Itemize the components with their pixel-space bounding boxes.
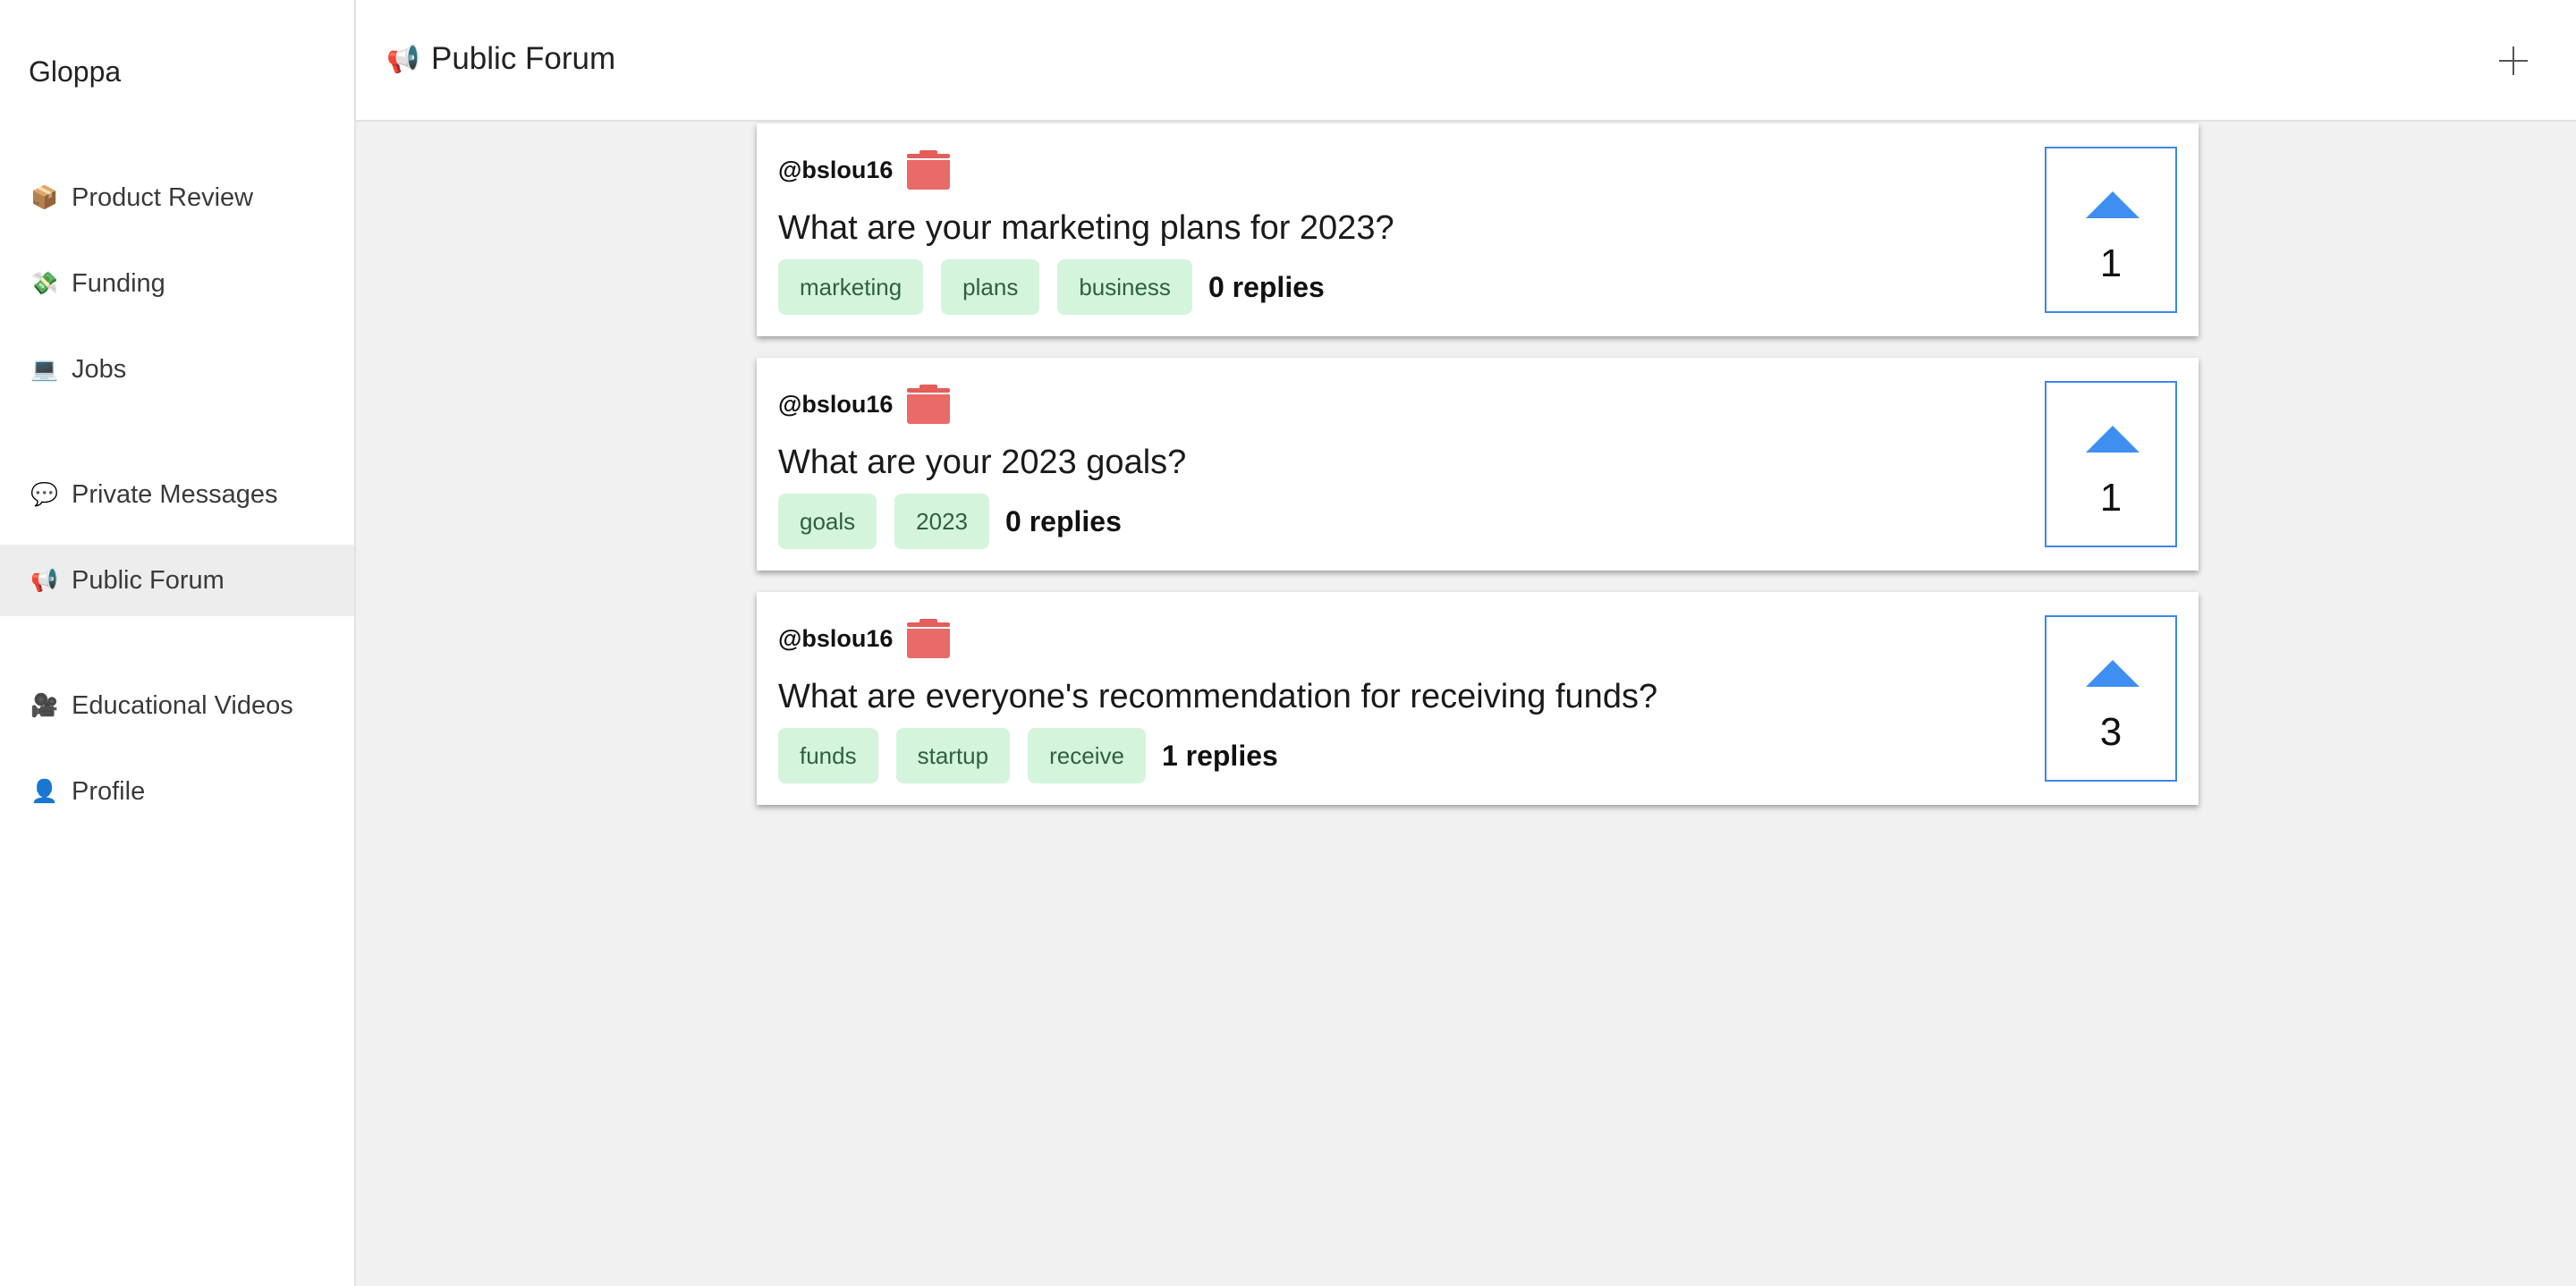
trash-body xyxy=(907,394,951,424)
sidebar-item-label: Product Review xyxy=(72,182,254,212)
sidebar-item-label: Public Forum xyxy=(72,565,225,595)
tag[interactable]: business xyxy=(1057,259,1192,315)
upvote-arrow-icon xyxy=(2086,191,2140,218)
app: Gloppa 📦 Product Review 💸 Funding 💻 Jobs… xyxy=(0,0,2576,1286)
reply-count[interactable]: 0 replies xyxy=(1005,505,1122,538)
brand-logo[interactable]: Gloppa xyxy=(29,55,121,89)
post-question[interactable]: What are your 2023 goals? xyxy=(778,444,1186,482)
trash-lid xyxy=(907,154,951,158)
speech-bubble-icon: 💬 xyxy=(30,481,59,507)
video-camera-icon: 🎥 xyxy=(30,692,59,718)
package-icon: 📦 xyxy=(30,184,59,210)
sidebar-item-jobs[interactable]: 💻 Jobs xyxy=(0,334,354,405)
post-author[interactable]: @bslou16 xyxy=(778,157,893,184)
post-author-row: @bslou16 xyxy=(778,619,952,658)
add-post-button[interactable] xyxy=(2497,45,2529,77)
megaphone-icon: 📢 xyxy=(386,44,420,74)
money-wings-icon: 💸 xyxy=(30,270,59,296)
tag[interactable]: receive xyxy=(1028,728,1146,783)
tag[interactable]: plans xyxy=(941,259,1040,315)
upvote-button[interactable]: 1 xyxy=(2045,147,2177,313)
vote-count: 1 xyxy=(2099,241,2123,285)
tag[interactable]: funds xyxy=(778,728,878,783)
page-title-text: Public Forum xyxy=(431,41,616,76)
post-author-row: @bslou16 xyxy=(778,385,952,424)
upvote-arrow-icon xyxy=(2086,660,2140,687)
upvote-button[interactable]: 1 xyxy=(2045,381,2177,547)
sidebar-item-label: Profile xyxy=(72,776,146,806)
tag[interactable]: goals xyxy=(778,494,877,549)
vote-count: 1 xyxy=(2099,476,2123,520)
trash-lid xyxy=(907,388,951,393)
page-header: 📢 Public Forum xyxy=(356,0,2576,122)
tag[interactable]: startup xyxy=(895,728,1011,783)
sidebar-item-educational-videos[interactable]: 🎥 Educational Videos xyxy=(0,670,354,741)
sidebar-item-label: Private Messages xyxy=(72,479,278,509)
sidebar-item-public-forum[interactable]: 📢 Public Forum xyxy=(0,545,354,616)
sidebar-item-label: Jobs xyxy=(72,354,127,384)
sidebar-item-profile[interactable]: 👤 Profile xyxy=(0,756,354,827)
megaphone-icon: 📢 xyxy=(30,567,59,593)
forum-post[interactable]: @bslou16 What are your 2023 goals? goals… xyxy=(757,358,2199,571)
vote-count: 3 xyxy=(2099,710,2123,754)
sidebar: Gloppa 📦 Product Review 💸 Funding 💻 Jobs… xyxy=(0,0,356,1286)
sidebar-item-private-messages[interactable]: 💬 Private Messages xyxy=(0,459,354,530)
forum-post[interactable]: @bslou16 What are everyone's recommendat… xyxy=(757,592,2199,805)
sidebar-item-funding[interactable]: 💸 Funding xyxy=(0,248,354,319)
trash-icon[interactable] xyxy=(905,385,952,424)
trash-icon[interactable] xyxy=(905,619,952,658)
post-question[interactable]: What are everyone's recommendation for r… xyxy=(778,678,1657,716)
sidebar-item-label: Educational Videos xyxy=(72,690,293,720)
tag[interactable]: 2023 xyxy=(894,494,989,549)
upvote-arrow-icon xyxy=(2086,426,2140,453)
user-icon: 👤 xyxy=(30,778,59,804)
page-title: 📢 Public Forum xyxy=(386,41,615,77)
sidebar-item-product-review[interactable]: 📦 Product Review xyxy=(0,162,354,233)
tag[interactable]: marketing xyxy=(778,259,924,315)
upvote-button[interactable]: 3 xyxy=(2045,615,2177,782)
post-author[interactable]: @bslou16 xyxy=(778,391,893,419)
reply-count[interactable]: 1 replies xyxy=(1162,740,1278,773)
post-tags: goals 2023 0 replies xyxy=(778,494,1122,549)
trash-body xyxy=(907,160,951,190)
laptop-icon: 💻 xyxy=(30,356,59,382)
reply-count[interactable]: 0 replies xyxy=(1208,271,1325,304)
trash-icon[interactable] xyxy=(905,150,952,190)
sidebar-item-label: Funding xyxy=(72,268,165,298)
post-question[interactable]: What are your marketing plans for 2023? xyxy=(778,209,1394,248)
trash-lid xyxy=(907,622,951,627)
forum-post[interactable]: @bslou16 What are your marketing plans f… xyxy=(757,123,2199,336)
post-author-row: @bslou16 xyxy=(778,150,952,190)
trash-body xyxy=(907,629,951,658)
post-tags: funds startup receive 1 replies xyxy=(778,728,1278,783)
post-tags: marketing plans business 0 replies xyxy=(778,259,1325,315)
post-author[interactable]: @bslou16 xyxy=(778,625,893,653)
